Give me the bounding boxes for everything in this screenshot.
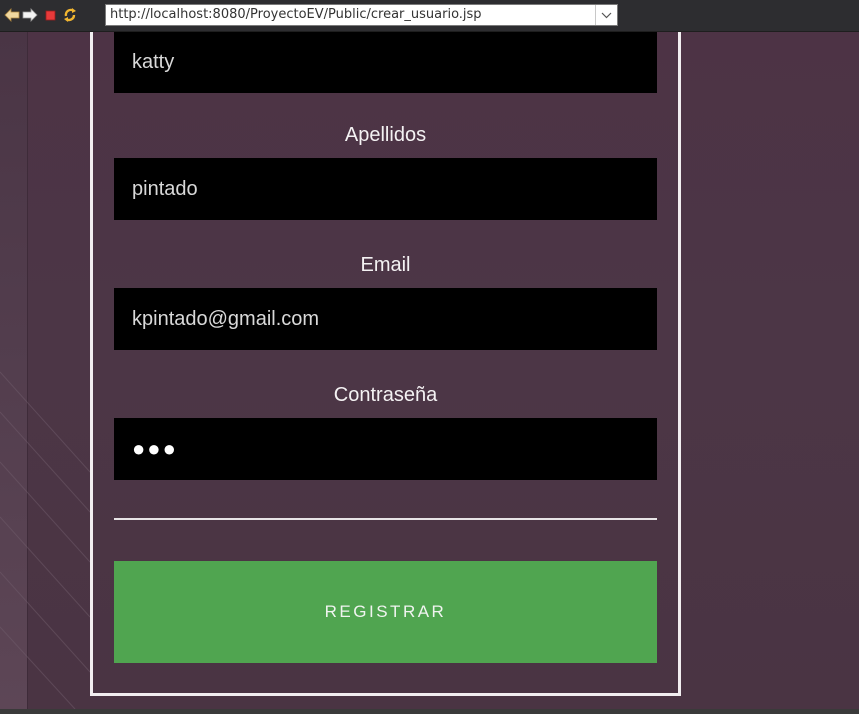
password-input[interactable] — [114, 418, 657, 480]
url-input[interactable] — [106, 5, 596, 25]
stop-icon[interactable] — [43, 7, 59, 23]
email-label: Email — [360, 254, 411, 276]
browser-toolbar — [0, 0, 859, 32]
forward-arrow-icon[interactable] — [22, 7, 38, 23]
window-bottom-edge — [0, 709, 859, 714]
form-divider — [114, 518, 657, 520]
apellidos-label: Apellidos — [344, 124, 427, 146]
refresh-icon[interactable] — [62, 7, 78, 23]
page-viewport: Apellidos Email Contraseña REGISTRAR — [0, 32, 859, 709]
nombre-input[interactable] — [114, 32, 657, 93]
decorative-diagonal-lines — [0, 371, 90, 709]
email-input[interactable] — [114, 288, 657, 350]
apellidos-input[interactable] — [114, 158, 657, 220]
address-bar — [105, 4, 618, 26]
back-arrow-icon[interactable] — [4, 7, 20, 23]
registrar-button[interactable]: REGISTRAR — [114, 561, 657, 663]
contrasena-label: Contraseña — [333, 384, 438, 406]
chevron-down-icon[interactable] — [595, 5, 617, 25]
